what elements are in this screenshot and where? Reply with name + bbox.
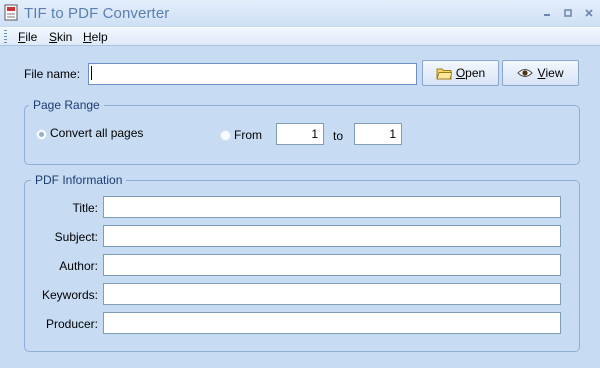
page-range-title: Page Range xyxy=(29,98,104,112)
menu-bar: File Skin Help xyxy=(0,27,600,46)
app-icon xyxy=(4,4,18,21)
convert-all-radio[interactable] xyxy=(36,129,47,140)
title-bar[interactable]: TIF to PDF Converter xyxy=(0,0,600,26)
subject-input[interactable] xyxy=(103,225,561,247)
producer-input[interactable] xyxy=(103,312,561,334)
title-label: Title: xyxy=(72,201,98,215)
maximize-icon[interactable] xyxy=(561,6,575,20)
view-button[interactable]: View xyxy=(502,60,579,86)
from-range-radio[interactable] xyxy=(220,130,231,141)
keywords-label: Keywords: xyxy=(41,288,98,302)
text-caret xyxy=(91,66,92,80)
app-window: TIF to PDF Converter File Skin Help File… xyxy=(0,0,600,368)
file-name-label: File name: xyxy=(24,67,81,81)
menu-skin[interactable]: Skin xyxy=(49,30,72,44)
menu-file[interactable]: File xyxy=(18,30,37,44)
author-input[interactable] xyxy=(103,254,561,276)
producer-label: Producer: xyxy=(45,317,98,331)
minimize-icon[interactable] xyxy=(540,6,554,20)
to-page-input[interactable]: 1 xyxy=(354,123,402,145)
open-button[interactable]: Open xyxy=(422,60,499,86)
to-label: to xyxy=(333,129,344,143)
from-label[interactable]: From xyxy=(234,128,262,142)
subject-label: Subject: xyxy=(54,230,98,244)
folder-icon xyxy=(436,68,452,79)
window-title: TIF to PDF Converter xyxy=(24,5,170,22)
eye-icon xyxy=(517,69,534,77)
author-label: Author: xyxy=(59,259,98,273)
menu-help[interactable]: Help xyxy=(83,30,108,44)
close-icon[interactable] xyxy=(582,6,596,20)
menu-grip-icon[interactable] xyxy=(4,30,7,43)
convert-all-label[interactable]: Convert all pages xyxy=(50,126,143,140)
from-page-input[interactable]: 1 xyxy=(276,123,324,145)
keywords-input[interactable] xyxy=(103,283,561,305)
title-input[interactable] xyxy=(103,196,561,218)
pdf-information-title: PDF Information xyxy=(31,173,127,187)
file-name-input[interactable] xyxy=(88,63,417,85)
